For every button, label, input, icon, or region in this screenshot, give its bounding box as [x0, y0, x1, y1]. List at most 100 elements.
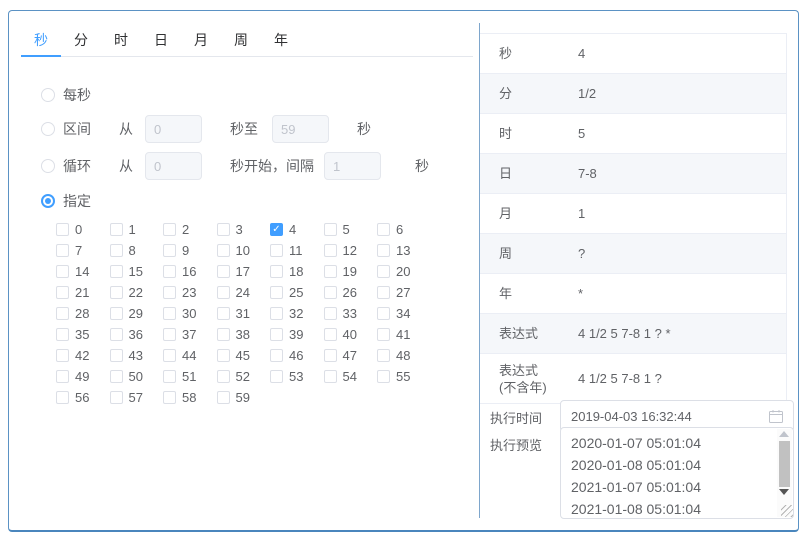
checkbox-14[interactable]: 14 — [56, 261, 110, 282]
checkbox-icon — [217, 391, 230, 404]
checkbox-45[interactable]: 45 — [217, 345, 271, 366]
cron-editor-card: 秒分时日月周年 每秒 区间 从 秒至 秒 循环 从 秒开始，间隔 秒 — [8, 10, 799, 532]
checkbox-29[interactable]: 29 — [110, 303, 164, 324]
checkbox-icon — [270, 265, 283, 278]
mode-row-every: 每秒 — [41, 81, 91, 109]
scrollbar[interactable] — [777, 429, 792, 517]
loop-from-input[interactable] — [145, 152, 202, 180]
checkbox-icon — [163, 223, 176, 236]
checkbox-label: 45 — [236, 348, 250, 363]
checkbox-50[interactable]: 50 — [110, 366, 164, 387]
checkbox-44[interactable]: 44 — [163, 345, 217, 366]
radio-range[interactable] — [41, 122, 55, 136]
checkbox-3[interactable]: 3 — [217, 219, 271, 240]
checkbox-38[interactable]: 38 — [217, 324, 271, 345]
checkbox-48[interactable]: 48 — [377, 345, 431, 366]
checkbox-20[interactable]: 20 — [377, 261, 431, 282]
checkbox-26[interactable]: 26 — [324, 282, 378, 303]
checkbox-icon — [110, 349, 123, 362]
range-from-input[interactable] — [145, 115, 202, 143]
tab-hour[interactable]: 时 — [101, 24, 141, 56]
checkbox-1[interactable]: 1 — [110, 219, 164, 240]
resize-grip-icon[interactable] — [781, 505, 793, 517]
checkbox-17[interactable]: 17 — [217, 261, 271, 282]
checkbox-13[interactable]: 13 — [377, 240, 431, 261]
checkbox-55[interactable]: 55 — [377, 366, 431, 387]
checkbox-39[interactable]: 39 — [270, 324, 324, 345]
checkbox-15[interactable]: 15 — [110, 261, 164, 282]
tab-month[interactable]: 月 — [181, 24, 221, 56]
checkbox-49[interactable]: 49 — [56, 366, 110, 387]
checkbox-11[interactable]: 11 — [270, 240, 324, 261]
checkbox-9[interactable]: 9 — [163, 240, 217, 261]
checkbox-52[interactable]: 52 — [217, 366, 271, 387]
radio-every[interactable] — [41, 88, 55, 102]
radio-specify[interactable] — [41, 194, 55, 208]
checkbox-4[interactable]: ✓4 — [270, 219, 324, 240]
checkbox-18[interactable]: 18 — [270, 261, 324, 282]
checkbox-33[interactable]: 33 — [324, 303, 378, 324]
checkbox-34[interactable]: 34 — [377, 303, 431, 324]
exec-preview-textarea[interactable]: 2020-01-07 05:01:04 2020-01-08 05:01:04 … — [560, 427, 794, 519]
radio-loop[interactable] — [41, 159, 55, 173]
checkbox-27[interactable]: 27 — [377, 282, 431, 303]
checkbox-8[interactable]: 8 — [110, 240, 164, 261]
checkbox-35[interactable]: 35 — [56, 324, 110, 345]
checkbox-25[interactable]: 25 — [270, 282, 324, 303]
checkbox-6[interactable]: 6 — [377, 219, 431, 240]
checkbox-46[interactable]: 46 — [270, 345, 324, 366]
checkbox-28[interactable]: 28 — [56, 303, 110, 324]
checkbox-21[interactable]: 21 — [56, 282, 110, 303]
tab-day[interactable]: 日 — [141, 24, 181, 56]
checkbox-0[interactable]: 0 — [56, 219, 110, 240]
result-row-label: 月 — [480, 205, 558, 222]
result-row-value: 7-8 — [558, 166, 786, 181]
checkbox-label: 16 — [182, 264, 196, 279]
result-row-label-line2: (不含年) — [499, 379, 558, 396]
checkbox-label: 36 — [129, 327, 143, 342]
checkbox-19[interactable]: 19 — [324, 261, 378, 282]
checkbox-16[interactable]: 16 — [163, 261, 217, 282]
checkbox-40[interactable]: 40 — [324, 324, 378, 345]
checkbox-36[interactable]: 36 — [110, 324, 164, 345]
checkbox-57[interactable]: 57 — [110, 387, 164, 408]
checkbox-58[interactable]: 58 — [163, 387, 217, 408]
checkbox-icon — [163, 307, 176, 320]
checkbox-53[interactable]: 53 — [270, 366, 324, 387]
checkbox-41[interactable]: 41 — [377, 324, 431, 345]
tab-minute[interactable]: 分 — [61, 24, 101, 56]
tab-year[interactable]: 年 — [261, 24, 301, 56]
checkbox-10[interactable]: 10 — [217, 240, 271, 261]
checkbox-23[interactable]: 23 — [163, 282, 217, 303]
checkbox-56[interactable]: 56 — [56, 387, 110, 408]
checkbox-47[interactable]: 47 — [324, 345, 378, 366]
checkbox-24[interactable]: 24 — [217, 282, 271, 303]
checkbox-54[interactable]: 54 — [324, 366, 378, 387]
checkbox-icon — [56, 370, 69, 383]
checkbox-59[interactable]: 59 — [217, 387, 271, 408]
scrollbar-thumb[interactable] — [779, 441, 790, 487]
scroll-down-icon[interactable] — [779, 489, 789, 495]
checkbox-51[interactable]: 51 — [163, 366, 217, 387]
checkbox-5[interactable]: 5 — [324, 219, 378, 240]
checkbox-43[interactable]: 43 — [110, 345, 164, 366]
checkbox-label: 18 — [289, 264, 303, 279]
result-row-value: 4 1/2 5 7-8 1 ? — [558, 371, 786, 386]
checkbox-32[interactable]: 32 — [270, 303, 324, 324]
tab-week[interactable]: 周 — [221, 24, 261, 56]
checkbox-22[interactable]: 22 — [110, 282, 164, 303]
checkbox-7[interactable]: 7 — [56, 240, 110, 261]
exec-time-label: 执行时间 — [490, 408, 542, 427]
loop-step-input[interactable] — [324, 152, 381, 180]
checkbox-37[interactable]: 37 — [163, 324, 217, 345]
checkbox-label: 23 — [182, 285, 196, 300]
scroll-up-icon[interactable] — [779, 431, 789, 437]
checkbox-2[interactable]: 2 — [163, 219, 217, 240]
checkbox-31[interactable]: 31 — [217, 303, 271, 324]
checkbox-30[interactable]: 30 — [163, 303, 217, 324]
checkbox-12[interactable]: 12 — [324, 240, 378, 261]
checkbox-label: 35 — [75, 327, 89, 342]
range-to-input[interactable] — [272, 115, 329, 143]
checkbox-42[interactable]: 42 — [56, 345, 110, 366]
tab-second[interactable]: 秒 — [21, 24, 61, 56]
